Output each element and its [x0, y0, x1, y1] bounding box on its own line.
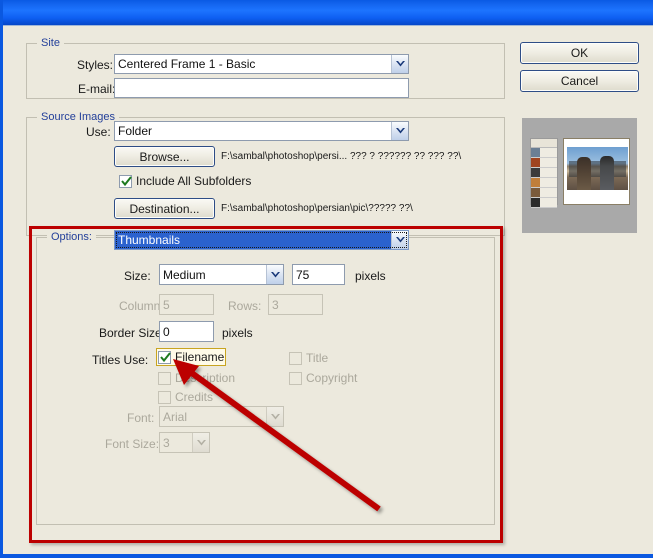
ok-button-label: OK — [570, 46, 589, 60]
credits-label: Credits — [175, 390, 214, 404]
font-dropdown-value: Arial — [163, 409, 188, 424]
size-dropdown-value: Medium — [163, 267, 206, 282]
options-panel-value: Thumbnails — [118, 233, 181, 247]
titles-use-label: Titles Use: — [92, 353, 149, 367]
cancel-button[interactable]: Cancel — [520, 70, 639, 92]
title-label: Title — [306, 351, 329, 365]
chevron-down-icon[interactable] — [391, 122, 408, 140]
chevron-down-icon[interactable] — [391, 55, 408, 73]
copyright-label: Copyright — [306, 371, 358, 385]
font-size-dropdown-value: 3 — [163, 435, 170, 450]
browse-button-label: Browse... — [139, 149, 190, 164]
columns-input[interactable] — [159, 294, 214, 315]
email-input[interactable] — [114, 78, 409, 98]
title-bar — [3, 0, 653, 26]
chevron-down-icon[interactable] — [266, 407, 283, 426]
use-dropdown-value: Folder — [118, 124, 153, 138]
include-all-subfolders-checkbox[interactable]: Include All Subfolders — [119, 174, 251, 188]
copyright-checkbox[interactable]: Copyright — [289, 371, 357, 385]
email-label: E-mail: — [78, 82, 116, 96]
check-icon — [121, 175, 132, 190]
description-label: Description — [175, 371, 236, 385]
filename-label: Filename — [175, 350, 225, 364]
font-dropdown[interactable]: Arial — [159, 406, 284, 427]
use-label: Use: — [86, 125, 111, 139]
gallery-preview-thumbnail — [522, 118, 637, 233]
cancel-button-label: Cancel — [560, 74, 599, 88]
chevron-down-icon[interactable] — [266, 265, 283, 284]
options-group-label: Options: — [47, 231, 96, 243]
checkbox-box[interactable] — [158, 350, 171, 366]
preview-photo — [567, 147, 628, 190]
font-size-dropdown[interactable]: 3 — [159, 432, 210, 453]
credits-checkbox[interactable]: Credits — [158, 390, 213, 404]
size-pixels-unit-label: pixels — [355, 269, 386, 283]
preview-main-pane — [563, 138, 630, 205]
dialog-client-area: OK Cancel Site Styles: Centered Frame 1 … — [6, 26, 653, 554]
checkbox-box[interactable] — [158, 390, 171, 404]
chevron-down-icon[interactable] — [391, 231, 408, 249]
preview-index-pane — [530, 138, 558, 208]
font-label: Font: — [127, 411, 155, 425]
destination-path-text: F:\sambal\photoshop\persian\pic\????? ??… — [221, 203, 413, 214]
options-panel-dropdown[interactable]: Thumbnails — [114, 230, 409, 250]
styles-dropdown-value: Centered Frame 1 - Basic — [118, 57, 256, 71]
size-dropdown[interactable]: Medium — [159, 264, 284, 285]
chevron-down-icon[interactable] — [192, 433, 209, 452]
size-pixels-input[interactable] — [292, 264, 345, 285]
description-checkbox[interactable]: Description — [158, 371, 235, 385]
destination-button[interactable]: Destination... — [114, 198, 215, 219]
check-icon — [160, 351, 171, 366]
border-size-label: Border Size: — [99, 326, 166, 340]
ok-button[interactable]: OK — [520, 42, 639, 64]
title-checkbox[interactable]: Title — [289, 351, 328, 365]
browse-path-text: F:\sambal\photoshop\persi... ??? ? ?????… — [221, 151, 462, 162]
browse-button[interactable]: Browse... — [114, 146, 215, 167]
styles-dropdown[interactable]: Centered Frame 1 - Basic — [114, 54, 409, 74]
include-all-subfolders-label: Include All Subfolders — [136, 174, 252, 188]
border-size-unit-label: pixels — [222, 326, 253, 340]
checkbox-box[interactable] — [289, 351, 302, 365]
rows-label: Rows: — [228, 299, 262, 313]
size-label: Size: — [124, 269, 151, 283]
checkbox-box[interactable] — [119, 174, 132, 190]
source-images-group-label: Source Images — [37, 111, 119, 123]
use-dropdown[interactable]: Folder — [114, 121, 409, 141]
destination-button-label: Destination... — [129, 201, 200, 216]
font-size-label: Font Size: — [105, 437, 160, 451]
checkbox-box[interactable] — [158, 371, 171, 385]
site-group-label: Site — [37, 37, 64, 49]
checkbox-box[interactable] — [289, 371, 302, 385]
filename-checkbox[interactable]: Filename — [155, 348, 227, 366]
border-size-input[interactable] — [159, 321, 214, 342]
rows-input[interactable] — [268, 294, 323, 315]
web-photo-gallery-dialog: OK Cancel Site Styles: Centered Frame 1 … — [0, 0, 653, 558]
styles-label: Styles: — [77, 58, 114, 72]
